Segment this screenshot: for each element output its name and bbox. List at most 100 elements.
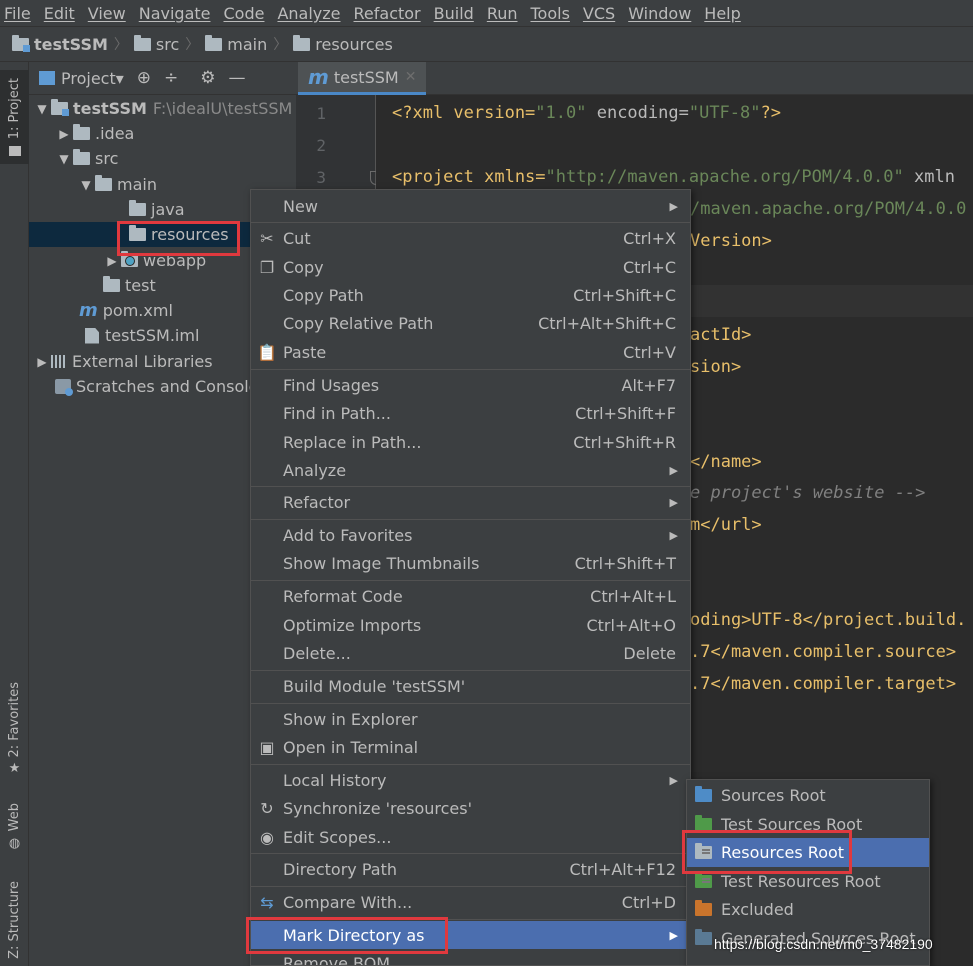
globe-icon: ◍ (8, 835, 21, 851)
editor-tab-testssm[interactable]: m testSSM ✕ (298, 62, 427, 95)
menu-item-paste[interactable]: 📋 Paste Ctrl+V (251, 338, 690, 366)
menu-item-replace-in-path[interactable]: Replace in Path... Ctrl+Shift+R (251, 428, 690, 456)
submenu-item-excluded[interactable]: Excluded (687, 895, 929, 924)
menu-view[interactable]: View (88, 4, 126, 23)
menu-code[interactable]: Code (224, 4, 265, 23)
excluded-folder-icon (695, 900, 712, 916)
iml-file-icon (85, 327, 99, 344)
menu-separator (251, 764, 690, 765)
menu-vcs[interactable]: VCS (583, 4, 615, 23)
project-view-dropdown[interactable]: Project▾ (61, 69, 124, 88)
breadcrumb-item-src[interactable]: src 〉 (133, 34, 205, 54)
compare-icon: ⇆ (260, 892, 274, 912)
maven-icon: m (308, 65, 329, 89)
menu-item-synchronize[interactable]: ↻ Synchronize 'resources' (251, 794, 690, 822)
menu-item-copy-relative-path[interactable]: Copy Relative Path Ctrl+Alt+Shift+C (251, 309, 690, 337)
gear-icon[interactable]: ⚙ (200, 68, 215, 88)
submenu-arrow-icon: ▶ (669, 463, 678, 477)
menu-separator (251, 703, 690, 704)
module-folder-icon (12, 34, 30, 52)
menu-item-new[interactable]: New ▶ (251, 192, 690, 220)
submenu-arrow-icon: ▶ (669, 773, 678, 787)
menu-item-edit-scopes[interactable]: ◉ Edit Scopes... (251, 823, 690, 851)
menu-separator (251, 519, 690, 520)
menu-item-directory-path[interactable]: Directory Path Ctrl+Alt+F12 (251, 855, 690, 883)
menu-item-copy[interactable]: ❐ Copy Ctrl+C (251, 253, 690, 281)
submenu-arrow-icon: ▶ (669, 528, 678, 542)
close-icon[interactable]: ✕ (405, 69, 417, 85)
folder-icon (73, 149, 90, 165)
line-number: 3 (316, 168, 326, 187)
maven-icon: m (79, 300, 98, 321)
menu-item-show-in-explorer[interactable]: Show in Explorer (251, 705, 690, 733)
submenu-arrow-icon: ▶ (669, 928, 678, 942)
code-line: .7</maven.compiler.target> (690, 674, 957, 694)
folder-icon (293, 34, 311, 51)
breadcrumb-item-testssm[interactable]: testSSM 〉 (12, 34, 134, 54)
annotation-box-resources-root (682, 830, 852, 874)
folder-icon (205, 34, 223, 51)
menu-item-copy-path[interactable]: Copy Path Ctrl+Shift+C (251, 281, 690, 309)
menu-navigate[interactable]: Navigate (139, 4, 211, 23)
menu-item-cut[interactable]: ✂ Cut Ctrl+X (251, 224, 690, 252)
menu-item-optimize-imports[interactable]: Optimize Imports Ctrl+Alt+O (251, 611, 690, 639)
submenu-item-sources-root[interactable]: Sources Root (687, 781, 929, 810)
menu-item-find-usages[interactable]: Find Usages Alt+F7 (251, 371, 690, 399)
submenu-arrow-icon: ▶ (669, 199, 678, 213)
locate-icon[interactable]: ⊕ (137, 68, 151, 88)
menu-item-build-module[interactable]: Build Module 'testSSM' (251, 672, 690, 700)
tree-item-src[interactable]: ▼ src (29, 146, 296, 171)
menu-item-show-image-thumbnails[interactable]: Show Image Thumbnails Ctrl+Shift+T (251, 549, 690, 577)
menu-item-find-in-path[interactable]: Find in Path... Ctrl+Shift+F (251, 399, 690, 427)
tool-tab-favorites[interactable]: 2: Favorites ★ (0, 674, 29, 784)
tool-tab-web[interactable]: Web ◍ (0, 796, 29, 858)
breadcrumb-separator-icon: 〉 (273, 37, 288, 53)
expand-arrow-icon[interactable]: ▼ (33, 102, 51, 116)
tree-item-idea[interactable]: ▶ .idea (29, 121, 296, 146)
breadcrumb-item-main[interactable]: main 〉 (205, 34, 293, 54)
code-line: e project's website --> (690, 483, 926, 503)
menu-run[interactable]: Run (487, 4, 518, 23)
expand-arrow-icon[interactable]: ▼ (77, 178, 95, 192)
menu-help[interactable]: Help (704, 4, 740, 23)
expand-arrow-icon[interactable]: ▼ (55, 152, 73, 166)
refresh-icon: ↻ (260, 798, 274, 818)
line-number: 2 (316, 136, 326, 155)
folder-icon (129, 200, 146, 216)
menu-item-delete[interactable]: Delete... Delete (251, 639, 690, 667)
menu-tools[interactable]: Tools (531, 4, 570, 23)
collapse-arrow-icon[interactable]: ▶ (55, 127, 73, 141)
menu-item-add-to-favorites[interactable]: Add to Favorites ▶ (251, 521, 690, 549)
collapse-all-icon[interactable]: ÷ (164, 68, 178, 88)
menu-item-local-history[interactable]: Local History ▶ (251, 766, 690, 794)
menu-item-open-in-terminal[interactable]: ▣ Open in Terminal (251, 733, 690, 761)
menu-build[interactable]: Build (434, 4, 474, 23)
project-panel-header: Project▾ ⊕ ÷ ⚙ — (29, 62, 296, 95)
breadcrumb-separator-icon: 〉 (113, 37, 128, 53)
folder-icon (8, 145, 21, 156)
menu-edit[interactable]: Edit (44, 4, 75, 23)
breadcrumb-item-resources[interactable]: resources (293, 34, 393, 54)
folder-icon (103, 276, 120, 292)
menu-item-refactor[interactable]: Refactor ▶ (251, 488, 690, 516)
menu-item-reformat-code[interactable]: Reformat Code Ctrl+Alt+L (251, 582, 690, 610)
collapse-arrow-icon[interactable]: ▶ (33, 355, 51, 369)
code-line: </name> (690, 452, 762, 472)
menu-separator (251, 853, 690, 854)
code-line: .7</maven.compiler.source> (690, 642, 957, 662)
menu-item-analyze[interactable]: Analyze ▶ (251, 456, 690, 484)
menu-file[interactable]: File (4, 4, 31, 23)
menu-refactor[interactable]: Refactor (354, 4, 421, 23)
tree-item-testssm[interactable]: ▼ testSSM F:\idealU\testSSM (29, 96, 296, 121)
tool-tab-project[interactable]: 1: Project (0, 70, 29, 164)
menu-separator (251, 369, 690, 370)
tool-tab-structure[interactable]: Z: Structure (0, 874, 29, 966)
menu-analyze[interactable]: Analyze (277, 4, 340, 23)
code-line: <project xmlns="http://maven.apache.org/… (392, 167, 955, 187)
test-resources-root-icon (695, 872, 712, 888)
menu-window[interactable]: Window (628, 4, 691, 23)
menu-bar: File Edit View Navigate Code Analyze Ref… (0, 0, 973, 26)
copy-icon: ❐ (259, 257, 275, 277)
menu-item-compare-with[interactable]: ⇆ Compare With... Ctrl+D (251, 888, 690, 916)
hide-icon[interactable]: — (229, 68, 246, 88)
